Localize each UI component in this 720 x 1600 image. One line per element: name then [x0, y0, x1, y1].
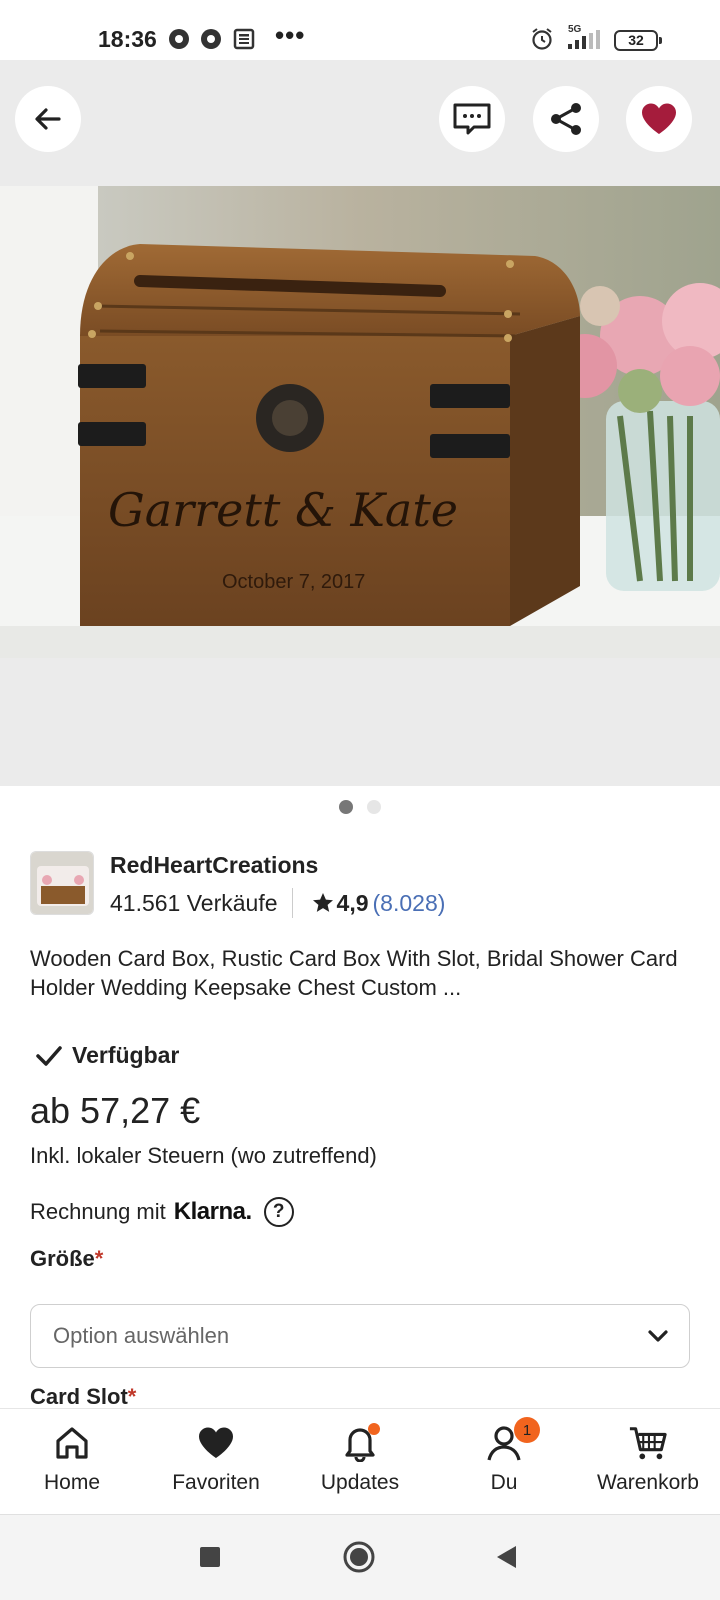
card-slot-label-text: Card Slot: [30, 1384, 128, 1409]
heart-icon: [196, 1423, 236, 1463]
shop-avatar-image: [31, 852, 93, 914]
required-marker: *: [94, 1246, 104, 1271]
battery-icon: 32: [614, 30, 662, 51]
chevron-down-icon: [648, 1330, 668, 1342]
size-select[interactable]: Option auswählen: [30, 1304, 690, 1368]
shop-rating: 4,9: [336, 889, 369, 916]
wooden-card-box-image: Garrett & Kate October 7, 2017: [0, 186, 720, 658]
status-time: 18:36: [98, 26, 157, 52]
cart-icon: [628, 1423, 668, 1463]
size-label: Größe*: [30, 1246, 103, 1272]
availability-label: Verfügbar: [72, 1042, 180, 1068]
chrome-icon-2: [201, 29, 221, 49]
status-bar: 18:36 ••• 5G 32: [0, 0, 720, 60]
nav-updates-label: Updates: [320, 1471, 400, 1494]
review-count-link[interactable]: (8.028): [373, 890, 446, 917]
size-select-placeholder: Option auswählen: [53, 1323, 230, 1348]
shop-name[interactable]: RedHeartCreations: [110, 852, 318, 879]
back-system-button[interactable]: [494, 1544, 518, 1570]
nav-home[interactable]: Home: [0, 1409, 144, 1514]
price: ab 57,27 €: [30, 1090, 201, 1131]
carousel-dot-1[interactable]: [339, 800, 353, 814]
required-marker: *: [127, 1384, 137, 1409]
notification-dot: [368, 1423, 380, 1435]
engraving-names: Garrett & Kate: [108, 483, 458, 537]
nav-you[interactable]: 1 Du: [432, 1409, 576, 1514]
nav-favorites[interactable]: Favoriten: [144, 1409, 288, 1514]
card-slot-label: Card Slot*: [30, 1384, 136, 1410]
shop-sales-count: 41.561 Verkäufe: [110, 889, 278, 916]
star-icon: [312, 893, 333, 912]
carousel-indicator: [0, 800, 720, 816]
tax-note: Inkl. lokaler Steuern (wo zutreffend): [30, 1143, 377, 1168]
system-navigation-bar: [0, 1514, 720, 1600]
home-icon: [52, 1423, 92, 1463]
divider: [291, 888, 293, 918]
you-badge: 1: [514, 1417, 540, 1443]
klarna-text: Rechnung mit: [30, 1199, 166, 1224]
size-label-text: Größe: [30, 1246, 95, 1271]
nav-updates[interactable]: Updates: [288, 1409, 432, 1514]
alarm-icon: [532, 28, 552, 50]
chrome-icon: [169, 29, 189, 49]
recents-button[interactable]: [198, 1545, 222, 1569]
signal-icon: [568, 30, 600, 49]
checkmark-icon: [36, 1045, 62, 1066]
chat-icon: [453, 103, 491, 135]
product-photo[interactable]: Garrett & Kate October 7, 2017: [0, 186, 720, 658]
bell-icon: [340, 1423, 380, 1463]
bottom-navigation: Home Favoriten Updates 1 Du Warenkorb: [0, 1408, 720, 1514]
share-icon: [551, 103, 581, 135]
nav-home-label: Home: [43, 1471, 101, 1494]
product-image-area: Garrett & Kate October 7, 2017: [0, 60, 720, 786]
klarna-logo: Klarna.: [173, 1198, 252, 1225]
nav-you-label: Du: [490, 1471, 518, 1494]
message-seller-button[interactable]: [439, 86, 505, 152]
nav-cart[interactable]: Warenkorb: [576, 1409, 720, 1514]
carousel-dot-2[interactable]: [367, 800, 381, 814]
listing-title: Wooden Card Box, Rustic Card Box With Sl…: [30, 946, 678, 1000]
home-system-button[interactable]: [342, 1540, 376, 1574]
back-arrow-icon: [35, 108, 61, 130]
share-button[interactable]: [533, 86, 599, 152]
engraving-date: October 7, 2017: [222, 571, 365, 593]
person-icon: 1: [484, 1417, 540, 1463]
nav-cart-label: Warenkorb: [597, 1471, 699, 1494]
help-icon[interactable]: ?: [263, 1197, 294, 1227]
nav-favorites-label: Favoriten: [172, 1471, 260, 1494]
availability-status: Verfügbar: [36, 1042, 179, 1069]
shop-avatar[interactable]: [30, 851, 94, 915]
klarna-payment-info: Rechnung mit Klarna. ?: [30, 1197, 294, 1227]
back-button[interactable]: [15, 86, 81, 152]
heart-filled-icon: [642, 103, 676, 134]
shop-stats: 41.561 Verkäufe 4,9 (8.028): [110, 888, 445, 918]
more-notifications-icon: •••: [275, 20, 306, 50]
favorite-button[interactable]: [626, 86, 692, 152]
news-icon: [233, 28, 255, 50]
